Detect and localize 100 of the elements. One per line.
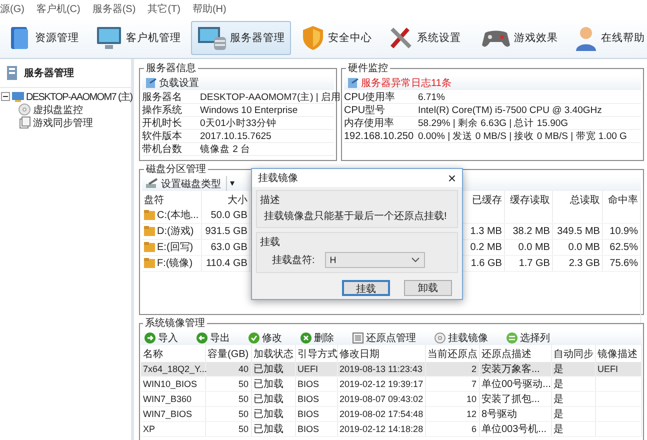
- menu-item[interactable]: 客户机(C): [36, 2, 80, 16]
- toolbar-button[interactable]: 安全中心: [295, 21, 378, 55]
- table-cell: 已加载: [254, 424, 284, 435]
- table-cell: UEFI: [598, 364, 618, 374]
- table-cell: 10: [466, 394, 476, 404]
- document-icon: [347, 76, 359, 88]
- table-cell: WIN10_BIOS: [143, 379, 198, 389]
- column-header[interactable]: 命中率: [602, 191, 640, 208]
- drive-dropdown[interactable]: H: [324, 252, 425, 268]
- close-button[interactable]: ×: [442, 169, 462, 187]
- table-cell: XP: [143, 424, 156, 434]
- table-cell: BIOS: [298, 424, 320, 434]
- table-cell: 8号驱动: [482, 409, 518, 420]
- toolbar-button[interactable]: 导出: [193, 330, 233, 345]
- menu-item[interactable]: 帮助(H): [192, 2, 226, 16]
- table-cell-text: E:(回写): [157, 241, 194, 254]
- column-header[interactable]: 大小: [202, 191, 250, 208]
- toolbar-button[interactable]: 在线帮助: [568, 21, 647, 55]
- tree-item[interactable]: 虚拟盘监控: [33, 102, 83, 116]
- toolbar-button[interactable]: 选择列: [503, 330, 553, 345]
- table-cell-text: D:(游戏): [157, 224, 194, 238]
- monitor-icon: [95, 25, 123, 51]
- menu-item[interactable]: 服务器(S): [92, 2, 136, 16]
- table-cell: 12: [466, 409, 476, 419]
- folder-icon: [144, 242, 155, 252]
- table-cell: WIN7_BIOS: [143, 409, 192, 419]
- table-cell: 2: [471, 364, 476, 374]
- group-title: 系统镜像管理: [144, 316, 206, 330]
- toolbar-button[interactable]: 删除: [297, 330, 337, 345]
- table-cell: BIOS: [298, 394, 320, 404]
- dialog-button[interactable]: 挂载: [342, 280, 390, 296]
- toolbar-button[interactable]: 游戏效果: [475, 21, 564, 55]
- toolbar-button[interactable]: 系统设置: [382, 21, 467, 55]
- disk-type-button[interactable]: 设置磁盘类型: [142, 176, 224, 191]
- field-value: 0.00% | 发送 0 MB/S | 接收 0 MB/S | 带宽 1.00 G: [418, 130, 627, 142]
- group-title: 服务器信息: [145, 62, 197, 75]
- table-cell: BIOS: [298, 379, 320, 389]
- table-cell: 349.5 MB: [557, 226, 600, 237]
- table-cell: 2.3 GB: [568, 258, 600, 269]
- field-value: Windows 10 Enterprise: [200, 104, 298, 116]
- sidebar-title: 服务器管理: [24, 66, 74, 80]
- table-cell: 是: [554, 364, 564, 375]
- table-row[interactable]: 7x64_18Q2_Y... 40 已加载 UEFI 2019-08-13 11:23:43 2 安装万象客... 是 UEFI: [141, 362, 641, 376]
- toolbar-button[interactable]: 还原点管理: [349, 330, 419, 345]
- column-header[interactable]: 缓存读取: [504, 191, 552, 208]
- table-cell: 110.4 GB: [206, 258, 248, 269]
- tools-icon: [388, 25, 414, 51]
- table-cell: 是: [554, 379, 564, 390]
- menu-item[interactable]: 源(G): [0, 2, 24, 16]
- table-cell: 已加载: [254, 379, 284, 390]
- toolbar-button[interactable]: 客户机管理: [89, 21, 187, 55]
- field-label: 开机时长: [142, 116, 183, 130]
- toolbar-button[interactable]: 修改: [245, 330, 285, 345]
- column-header[interactable]: 盘符: [142, 191, 202, 208]
- table-cell: 2019-02-12 19:39:17: [340, 379, 424, 389]
- field-label: 内存使用率: [344, 116, 395, 130]
- table-cell: 2019-08-13 11:23:43: [340, 364, 422, 374]
- field-value: 镜像盘 2 台: [200, 142, 251, 156]
- pencil-icon: [145, 178, 159, 190]
- table-cell: 已加载: [254, 364, 284, 375]
- document-icon: [18, 116, 31, 129]
- group-title: 磁盘分区管理: [145, 163, 207, 176]
- table-row[interactable]: XP 50 已加载 BIOS 2019-02-12 14:18:28 6 单位003号机... 是: [141, 422, 641, 436]
- field-value: 6.71%: [418, 92, 445, 102]
- table-cell-text: F:(镜像): [157, 256, 193, 270]
- toolbar-button[interactable]: 服务器管理: [191, 21, 291, 55]
- table-row[interactable]: WIN7_B360 50 已加载 BIOS 2019-08-07 09:43:02 10 安装了抓包... 是: [141, 392, 641, 406]
- monitor-icon: [197, 25, 227, 51]
- dropdown-button[interactable]: ▾: [226, 176, 238, 191]
- table-cell: 2019-08-07 09:43:02: [340, 394, 424, 404]
- toolbar-button[interactable]: 挂载镜像: [431, 330, 491, 345]
- table-row[interactable]: WIN7_BIOS 50 已加载 BIOS 2019-08-02 17:54:48 12 8号驱动 是: [141, 406, 641, 422]
- disc-icon: [18, 103, 31, 116]
- field-label: 软件版本: [142, 130, 183, 143]
- server-icon: [4, 65, 20, 81]
- table-cell: 1.3 MB: [470, 226, 502, 237]
- table-cell: UEFI: [298, 364, 318, 374]
- table-cell: 是: [554, 409, 564, 420]
- tree-item[interactable]: 游戏同步管理: [33, 116, 93, 130]
- field-value: Intel(R) Core(TM) i5-7500 CPU @ 3.40GHz: [418, 104, 602, 116]
- collapse-icon[interactable]: [1, 92, 10, 101]
- column-header[interactable]: 总读取: [552, 191, 602, 208]
- folder-icon: [144, 226, 155, 236]
- tree-item[interactable]: DESKTOP-AAOMOM7 (主): [26, 90, 132, 104]
- field-label: 192.168.10.250: [344, 130, 415, 142]
- table-cell: 安装了抓包...: [482, 394, 540, 405]
- table-cell: 63.0 GB: [210, 242, 248, 253]
- table-cell: 40: [238, 364, 248, 374]
- table-row[interactable]: WIN10_BIOS 50 已加载 BIOS 2019-02-12 19:39:17 7 单位00号驱动... 是: [141, 376, 641, 392]
- table-cell: 7: [471, 379, 476, 389]
- toolbar-button[interactable]: 资源管理: [2, 21, 85, 55]
- toolbar-button[interactable]: 导入: [141, 330, 181, 345]
- description-text: 挂载镜像盘只能基于最后一个还原点挂载!: [264, 210, 447, 223]
- dialog-button[interactable]: 卸载: [404, 280, 452, 296]
- table-cell: 0.2 MB: [470, 242, 502, 253]
- table-cell: 38.2 MB: [512, 226, 550, 237]
- table-cell: 1.7 GB: [518, 258, 550, 269]
- menu-item[interactable]: 其它(T): [148, 2, 180, 16]
- table-cell-text: C:(本地...: [157, 208, 199, 222]
- table-cell: 单位00号驱动...: [482, 379, 551, 390]
